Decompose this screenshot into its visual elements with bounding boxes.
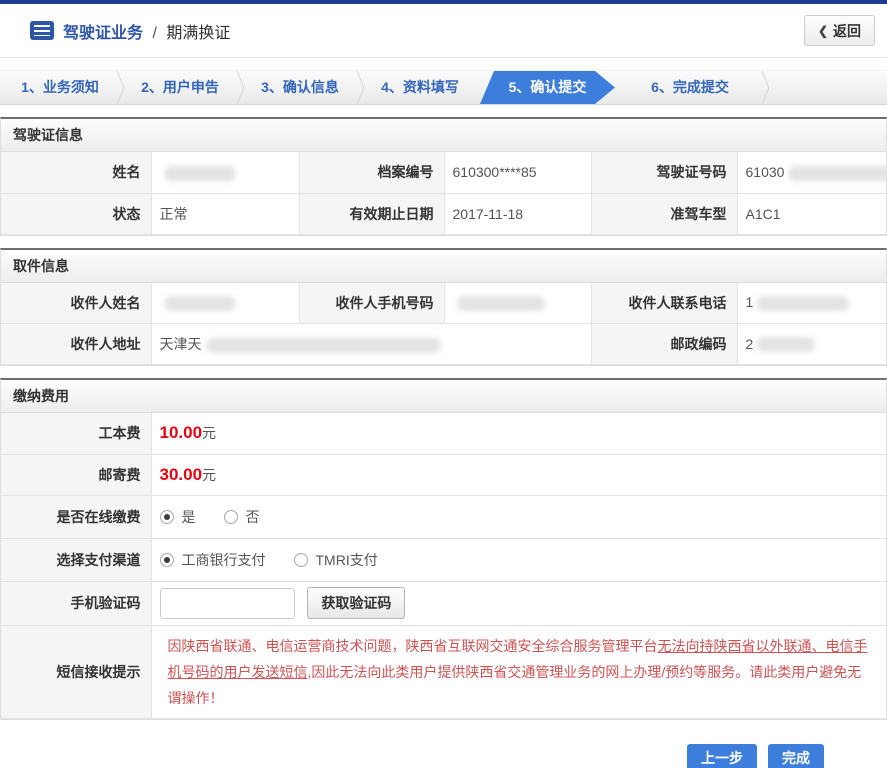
license-info-title: 驾驶证信息: [1, 119, 886, 152]
step-3-confirm-info[interactable]: 3、确认信息: [240, 71, 360, 104]
redacted-value: [456, 296, 545, 312]
radio-tmri[interactable]: [293, 552, 308, 567]
pickup-info-section: 取件信息 收件人姓名 收件人手机号码 收件人联系电话 1 收件人地址 天津天 邮…: [0, 247, 887, 366]
vehicle-class-label: 准驾车型: [590, 192, 738, 235]
step-separator-icon: [112, 71, 128, 104]
step-1-notice[interactable]: 1、业务须知: [0, 71, 120, 104]
license-no-label: 驾驶证号码: [590, 152, 738, 194]
sms-code-input[interactable]: [159, 587, 295, 619]
name-label: 姓名: [1, 152, 152, 194]
table-row: 手机验证码 获取验证码: [1, 580, 886, 626]
online-payment-options: 是否: [150, 494, 886, 539]
payment-channel-label: 选择支付渠道: [1, 537, 152, 582]
sms-notice-label: 短信接收提示: [1, 624, 152, 719]
online-payment-label: 是否在线缴费: [1, 494, 152, 539]
back-button[interactable]: ❮ 返回: [803, 15, 875, 46]
step-separator-icon: [352, 71, 368, 104]
license-no-value: 61030: [736, 152, 886, 194]
radio-no-label[interactable]: 否: [246, 509, 260, 525]
payment-title: 缴纳费用: [1, 380, 886, 413]
redacted-value: [757, 337, 816, 353]
production-fee-amount: 10.00: [159, 423, 203, 443]
pickup-info-title: 取件信息: [1, 249, 886, 283]
step-separator-icon: [232, 71, 248, 104]
table-row: 短信接收提示 因陕西省联通、电信运营商技术问题，陕西省互联网交通安全综合服务管理…: [1, 624, 886, 719]
payment-section: 缴纳费用 工本费 10.00元 邮寄费 30.00元 是否在线缴费 是否 选择支…: [0, 378, 887, 720]
sms-notice-value: 因陕西省联通、电信运营商技术问题，陕西省互联网交通安全综合服务管理平台无法向持陕…: [150, 624, 886, 719]
recipient-name-label: 收件人姓名: [1, 282, 152, 324]
back-button-label: 返回: [833, 22, 861, 39]
step-6-complete[interactable]: 6、完成提交: [615, 71, 765, 104]
table-row: 姓名 档案编号 610300****85 驾驶证号码 61030: [1, 152, 886, 194]
pickup-info-table: 收件人姓名 收件人手机号码 收件人联系电话 1 收件人地址 天津天 邮政编码 2: [1, 282, 886, 365]
table-row: 邮寄费 30.00元: [1, 453, 886, 496]
table-row: 收件人地址 天津天 邮政编码 2: [1, 323, 886, 365]
valid-until-value: 2017-11-18: [443, 192, 592, 235]
file-no-value: 610300****85: [443, 152, 592, 194]
back-chevron-icon: ❮: [817, 23, 828, 38]
radio-tmri-label[interactable]: TMRI支付: [316, 552, 378, 568]
radio-icbc-selected[interactable]: [159, 552, 174, 567]
production-fee-value: 10.00元: [150, 413, 886, 455]
breadcrumb-divider: /: [152, 24, 157, 42]
recipient-mobile-value: [443, 282, 592, 324]
mailing-fee-value: 30.00元: [150, 453, 886, 496]
production-fee-unit: 元: [202, 425, 217, 442]
radio-yes-selected[interactable]: [159, 509, 174, 524]
mailing-fee-unit: 元: [202, 466, 217, 483]
payment-table: 工本费 10.00元 邮寄费 30.00元 是否在线缴费 是否 选择支付渠道 工…: [1, 413, 886, 719]
header: 驾驶证业务 / 期满换证 ❮ 返回: [0, 4, 887, 58]
redacted-value: [163, 296, 236, 312]
previous-step-button[interactable]: 上一步: [687, 743, 757, 768]
table-row: 工本费 10.00元: [1, 413, 886, 455]
mailing-fee-label: 邮寄费: [1, 453, 152, 496]
mailing-fee-amount: 30.00: [159, 464, 203, 484]
redacted-value: [205, 337, 441, 353]
get-sms-code-button[interactable]: 获取验证码: [307, 587, 406, 619]
footer-actions: 上一步 完成: [0, 720, 887, 768]
redacted-value: [788, 165, 886, 181]
redacted-value: [163, 165, 236, 181]
step-navigation: 1、业务须知 2、用户申告 3、确认信息 4、资料填写 5、确认提交 6、完成提…: [0, 70, 887, 105]
table-row: 选择支付渠道 工商银行支付 TMRI支付: [1, 537, 886, 582]
finish-button[interactable]: 完成: [768, 743, 824, 768]
sms-code-field: 获取验证码: [150, 580, 886, 626]
license-info-section: 驾驶证信息 姓名 档案编号 610300****85 驾驶证号码 61030 状…: [0, 117, 887, 236]
payment-channel-options: 工商银行支付 TMRI支付: [150, 537, 886, 582]
step-2-declaration[interactable]: 2、用户申告: [120, 71, 240, 104]
name-value: [150, 152, 300, 194]
recipient-phone-label: 收件人联系电话: [590, 282, 738, 324]
list-icon: [30, 21, 54, 40]
file-no-label: 档案编号: [298, 152, 445, 194]
status-value: 正常: [150, 192, 300, 235]
step-4-fill-materials[interactable]: 4、资料填写: [360, 71, 480, 104]
radio-no[interactable]: [223, 509, 238, 524]
recipient-address-value: 天津天: [150, 323, 592, 365]
vehicle-class-value: A1C1: [736, 192, 886, 235]
page-title: 驾驶证业务: [63, 24, 144, 42]
status-label: 状态: [1, 192, 152, 235]
recipient-phone-value: 1: [736, 282, 886, 324]
step-separator-icon: [757, 71, 773, 104]
table-row: 状态 正常 有效期止日期 2017-11-18 准驾车型 A1C1: [1, 192, 886, 235]
recipient-name-value: [150, 282, 300, 324]
sms-code-label: 手机验证码: [1, 580, 152, 626]
recipient-address-label: 收件人地址: [1, 323, 152, 365]
recipient-mobile-label: 收件人手机号码: [298, 282, 445, 324]
radio-yes-label[interactable]: 是: [182, 509, 196, 525]
table-row: 是否在线缴费 是否: [1, 494, 886, 539]
table-row: 收件人姓名 收件人手机号码 收件人联系电话 1: [1, 282, 886, 324]
production-fee-label: 工本费: [1, 413, 152, 455]
breadcrumb: 驾驶证业务 / 期满换证: [63, 19, 230, 43]
step-5-confirm-submit-active[interactable]: 5、确认提交: [480, 71, 615, 104]
redacted-value: [757, 296, 850, 312]
stepbar-filler: [765, 71, 887, 104]
radio-icbc-label[interactable]: 工商银行支付: [182, 552, 266, 568]
license-info-table: 姓名 档案编号 610300****85 驾驶证号码 61030 状态 正常 有…: [1, 152, 886, 235]
postal-code-value: 2: [736, 323, 886, 365]
postal-code-label: 邮政编码: [590, 323, 738, 365]
valid-until-label: 有效期止日期: [298, 192, 445, 235]
sms-notice-text: 因陕西省联通、电信运营商技术问题，陕西省互联网交通安全综合服务管理平台无法向持陕…: [167, 637, 868, 706]
page-subtitle: 期满换证: [166, 24, 231, 42]
